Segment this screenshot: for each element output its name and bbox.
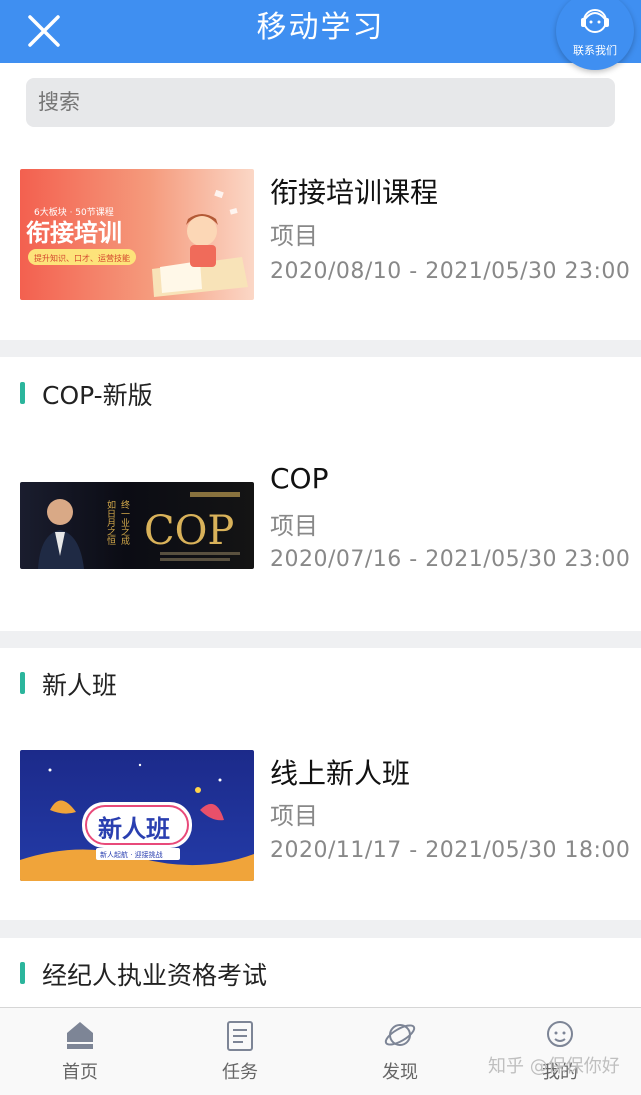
contact-us-label: 联系我们 [573,44,617,57]
course-thumbnail-art: 新人班 新人起航 · 迎接挑战 [20,763,254,881]
task-icon [227,1021,253,1051]
course-thumbnail-art: 如日月之恒 终一业之成 COP [38,492,240,569]
section-accent-bar [20,382,25,404]
top-nav-bar: 移动学习 联系我们 [0,0,641,70]
thumb-main-text: COP [144,508,234,554]
course-type: 项目 [270,802,318,830]
course-type: 项目 [270,222,318,250]
course-date-range: 2020/11/17 - 2021/05/30 18:00 [270,838,631,863]
section-title: 新人班 [42,671,118,700]
tab-label: 首页 [62,1062,98,1083]
thumb-main-text: 新人班 [98,815,170,843]
watermark: 知乎 @保保你好 [488,1056,620,1077]
section-accent-bar [20,672,25,694]
section-divider [0,920,641,938]
search-bar[interactable] [26,78,615,127]
course-thumbnail: 如日月之恒 终一业之成 COP [20,482,254,569]
contact-us-button[interactable]: 联系我们 [556,0,634,70]
course-item-3[interactable]: 新人班 新人起航 · 迎接挑战 线上新人班 项目 2020/11/17 - 20… [0,720,641,920]
course-date-range: 2020/08/10 - 2021/05/30 23:00 [270,259,631,284]
bottom-tab-bar: 首页 任务 发现 我的 [0,1007,641,1095]
thumb-vertical-text-a: 如日月之恒 [105,499,116,546]
tab-discover[interactable]: 发现 [340,1008,460,1095]
course-thumbnail-art: 6大板块 · 50节课程 衔接培训 提升知识、口才、运营技能 [26,189,248,297]
thumb-vertical-text-b: 终一业之成 [119,499,130,546]
course-type: 项目 [270,512,318,540]
thumb-top-text: 6大板块 · 50节课程 [34,206,114,218]
course-thumbnail: 6大板块 · 50节课程 衔接培训 提升知识、口才、运营技能 [20,169,254,300]
home-icon [67,1022,93,1049]
tab-tasks[interactable]: 任务 [180,1008,300,1095]
section-divider [0,631,641,648]
customer-service-icon [581,9,609,33]
search-input[interactable] [36,90,600,116]
thumb-sub-text: 提升知识、口才、运营技能 [34,253,130,263]
section-header-broker-exam: 经纪人执业资格考试 [0,942,641,1002]
tab-label: 任务 [222,1062,258,1083]
planet-icon [384,1024,416,1046]
course-item-1[interactable]: 6大板块 · 50节课程 衔接培训 提升知识、口才、运营技能 衔接培训课程 项目… [0,140,641,340]
course-thumbnail: 新人班 新人起航 · 迎接挑战 [20,750,254,881]
course-title: 衔接培训课程 [270,176,439,209]
course-item-2[interactable]: 如日月之恒 终一业之成 COP COP 项目 2020/07/16 - 2021… [0,430,641,630]
section-header-cop: COP-新版 [0,362,641,422]
section-header-newcomer: 新人班 [0,652,641,712]
course-date-range: 2020/07/16 - 2021/05/30 23:00 [270,547,631,572]
thumb-main-text: 衔接培训 [26,219,122,247]
section-title: COP-新版 [42,381,153,410]
course-title: COP [270,462,329,495]
page-title: 移动学习 [256,10,385,45]
section-title: 经纪人执业资格考试 [42,961,268,990]
section-divider [0,340,641,357]
course-title: 线上新人班 [270,757,411,790]
tab-label: 发现 [382,1062,418,1083]
profile-icon [547,1021,573,1047]
tab-home[interactable]: 首页 [20,1008,140,1095]
section-accent-bar [20,962,25,984]
thumb-sub-text: 新人起航 · 迎接挑战 [100,850,163,859]
